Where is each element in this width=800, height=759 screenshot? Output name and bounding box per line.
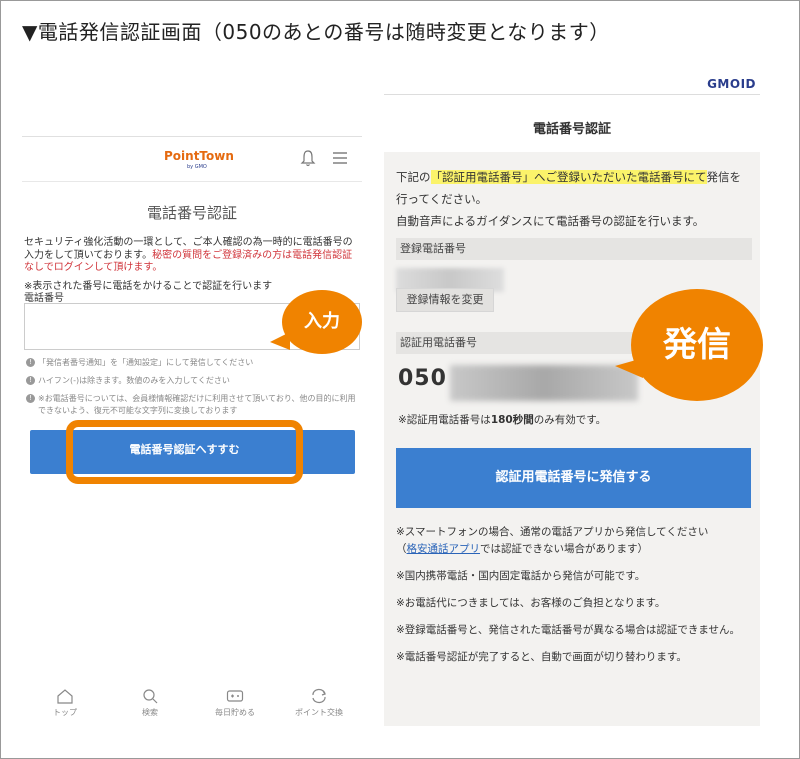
input-callout: 入力 — [282, 290, 362, 354]
bottom-tab-bar: トップ 検索 毎日貯める ポイント交換 — [22, 688, 362, 728]
desc-text: 自動音声によるガイダンスにて電話番号の認証を行います。 — [396, 214, 705, 228]
auth-description: セキュリティ強化活動の一環として、ご本人確認の為一時的に電話番号の入力をして頂い… — [24, 237, 362, 275]
phone-auth-title: 電話番号認証 — [146, 204, 237, 222]
page-title: ▼電話発信認証画面（050のあとの番号は随時変更となります） — [22, 20, 610, 44]
hint-item: ! ※お電話番号については、会員様情報確認だけに利用させて頂いており、他の目的に利… — [24, 393, 360, 417]
notes-list: ※スマートフォンの場合、通常の電話アプリから発信してください （格安通話アプリで… — [396, 524, 752, 676]
info-icon: ! — [26, 376, 35, 385]
tab-label: 毎日貯める — [215, 708, 255, 717]
note-item: ※登録電話番号と、発信された電話番号が異なる場合は認証できません。 — [396, 624, 741, 636]
hint-item: ! 「発信者番号通知」を「通知設定」にして発信してください — [24, 357, 360, 369]
logo-subtext: by GMO — [187, 164, 207, 170]
note-item: ※お電話代につきましては、お客様のご負担となります。 — [396, 597, 666, 609]
hamburger-menu-icon[interactable] — [332, 151, 348, 165]
search-icon — [143, 689, 158, 704]
tab-search[interactable]: 検索 — [115, 688, 185, 718]
info-icon: ! — [26, 358, 35, 367]
tab-label: ポイント交換 — [295, 708, 343, 717]
auth-phone-number: 050 — [398, 366, 447, 391]
home-icon — [57, 689, 73, 704]
call-auth-number-button[interactable]: 認証用電話番号に発信する — [396, 448, 751, 508]
validity-note: ※認証用電話番号は180秒間のみ有効です。 — [398, 414, 607, 426]
desc-highlight: 「認証用電話番号」へご登録いただいた電話番号にて — [430, 170, 707, 184]
tab-label: トップ — [53, 708, 77, 717]
tab-top[interactable]: トップ — [30, 688, 100, 718]
tab-label: 検索 — [142, 708, 158, 717]
note-item: ※スマートフォンの場合、通常の電話アプリから発信してください （格安通話アプリで… — [396, 526, 709, 555]
tab-daily[interactable]: 毎日貯める — [200, 688, 270, 718]
note-item: ※電話番号認証が完了すると、自動で画面が切り替わります。 — [396, 651, 687, 663]
desc-text: 下記の — [396, 170, 431, 184]
hint-item: ! ハイフン(-)は除きます。数値のみを入力してください — [24, 375, 360, 387]
right-description: 下記の「認証用電話番号」へご登録いただいた電話番号にて発信を行ってください。 自… — [396, 166, 750, 232]
note-item: ※国内携帯電話・国内固定電話から発信が可能です。 — [396, 570, 646, 582]
tab-exchange[interactable]: ポイント交換 — [284, 688, 354, 718]
info-icon: ! — [26, 394, 35, 403]
left-phone-screen: PointTown by GMO 電話番号認証 セキュリティ強化活動の一環として… — [22, 136, 362, 736]
pointtown-logo[interactable]: PointTown — [164, 149, 234, 163]
blurred-auth-number — [450, 365, 638, 401]
bell-icon[interactable] — [300, 149, 316, 167]
right-page-title: 電話番号認証 — [532, 122, 611, 137]
gamepad-icon — [226, 690, 244, 702]
cheap-call-app-link[interactable]: 格安通話アプリ — [407, 543, 481, 555]
app-header: PointTown by GMO — [22, 136, 362, 182]
right-content: 下記の「認証用電話番号」へご登録いただいた電話番号にて発信を行ってください。 自… — [384, 152, 760, 726]
exchange-icon — [312, 688, 326, 704]
gmoid-header: GMOID — [384, 75, 760, 95]
gmoid-logo: GMOID — [707, 77, 756, 91]
registered-number-label: 登録電話番号 — [396, 238, 752, 260]
input-hints: ! 「発信者番号通知」を「通知設定」にして発信してください ! ハイフン(-)は除き… — [24, 357, 360, 423]
change-info-button[interactable]: 登録情報を変更 — [396, 288, 494, 312]
call-callout: 発信 — [631, 289, 763, 401]
highlight-outline — [66, 420, 303, 484]
phone-number-label: 電話番号 — [24, 293, 64, 304]
